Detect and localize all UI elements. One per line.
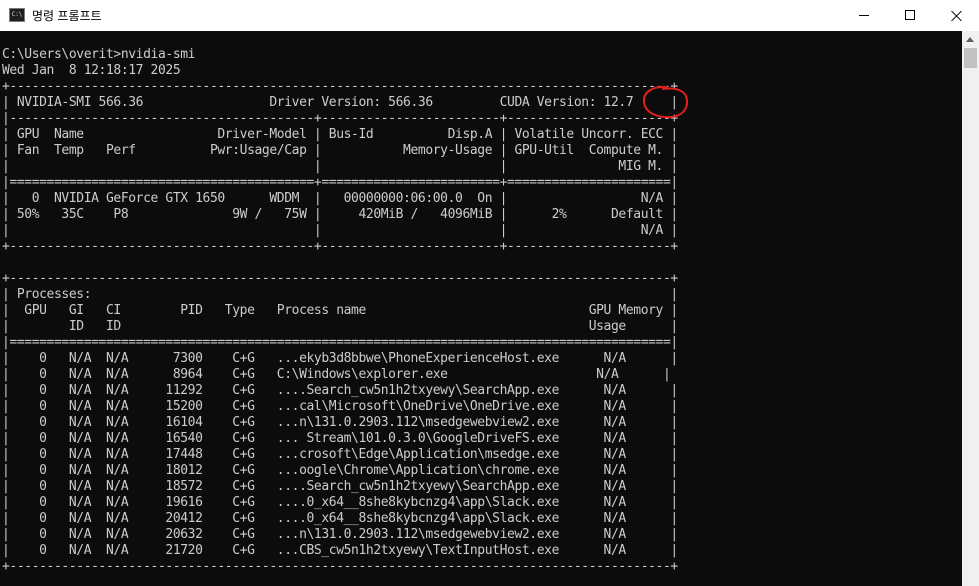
- close-button[interactable]: [933, 0, 979, 31]
- terminal-text: C:\Users\overit>nvidia-smi Wed Jan 8 12:…: [2, 47, 678, 575]
- terminal-line: | Fan Temp Perf Pwr:Usage/Cap | Memory-U…: [2, 143, 678, 158]
- terminal-line: | 0 NVIDIA GeForce GTX 1650 WDDM | 00000…: [2, 191, 678, 206]
- maximize-button[interactable]: [887, 0, 933, 31]
- minimize-button[interactable]: [841, 0, 887, 31]
- scroll-up-button[interactable]: [962, 31, 979, 48]
- terminal-line: | 0 N/A N/A 15200 C+G ...cal\Microsoft\O…: [2, 399, 678, 414]
- terminal-line: | 50% 35C P8 9W / 75W | 420MiB / 4096MiB…: [2, 207, 678, 222]
- terminal-line: | NVIDIA-SMI 566.36 Driver Version: 566.…: [2, 95, 678, 110]
- terminal-line: | GPU GI CI PID Type Process name GPU Me…: [2, 303, 678, 318]
- maximize-icon: [905, 10, 915, 20]
- terminal-line: | 0 N/A N/A 17448 C+G ...crosoft\Edge\Ap…: [2, 447, 678, 462]
- timestamp-line: Wed Jan 8 12:18:17 2025: [2, 63, 181, 78]
- terminal-line: |=======================================…: [2, 175, 678, 190]
- terminal-line: | 0 N/A N/A 20632 C+G ...n\131.0.2903.11…: [2, 527, 678, 542]
- window-title: 명령 프롬프트: [32, 9, 102, 23]
- terminal-line: | 0 N/A N/A 19616 C+G ....0_x64__8she8ky…: [2, 495, 678, 510]
- terminal-line: | 0 N/A N/A 16104 C+G ...n\131.0.2903.11…: [2, 415, 678, 430]
- window-titlebar[interactable]: C:\ 명령 프롬프트: [0, 0, 979, 31]
- terminal-line: | | | MIG M. |: [2, 159, 678, 174]
- terminal-line: +---------------------------------------…: [2, 239, 678, 254]
- close-icon: [951, 10, 962, 21]
- terminal-line: |=======================================…: [2, 335, 678, 350]
- terminal-line: | 0 N/A N/A 20412 C+G ....0_x64__8she8ky…: [2, 511, 678, 526]
- terminal-line: +---------------------------------------…: [2, 559, 678, 574]
- prompt-line: C:\Users\overit>nvidia-smi: [2, 47, 196, 62]
- terminal-line: | 0 N/A N/A 11292 C+G ....Search_cw5n1h2…: [2, 383, 678, 398]
- terminal-line: | 0 N/A N/A 18572 C+G ....Search_cw5n1h2…: [2, 479, 678, 494]
- terminal-line: | Processes: |: [2, 287, 678, 302]
- cmd-icon: C:\: [9, 8, 25, 22]
- scrollbar-thumb[interactable]: [964, 48, 977, 68]
- nvidia-smi-output: +---------------------------------------…: [2, 79, 678, 574]
- console-output[interactable]: C:\Users\overit>nvidia-smi Wed Jan 8 12:…: [0, 31, 962, 586]
- terminal-line: | 0 N/A N/A 16540 C+G ... Stream\101.0.3…: [2, 431, 678, 446]
- cuda-version-highlight-circle: [642, 85, 689, 119]
- terminal-line: | 0 N/A N/A 18012 C+G ...oogle\Chrome\Ap…: [2, 463, 678, 478]
- terminal-line: | ID ID Usage |: [2, 319, 678, 334]
- terminal-line: | 0 N/A N/A 7300 C+G ...ekyb3d8bbwe\Phon…: [2, 351, 678, 366]
- terminal-line: +---------------------------------------…: [2, 271, 678, 286]
- terminal-line: +---------------------------------------…: [2, 79, 678, 94]
- vertical-scrollbar[interactable]: [962, 31, 979, 586]
- terminal-line: | GPU Name Driver-Model | Bus-Id Disp.A …: [2, 127, 678, 142]
- scroll-up-arrow-icon: [966, 37, 974, 42]
- terminal-line: | 0 N/A N/A 8964 C+G C:\Windows\explorer…: [2, 367, 671, 382]
- terminal-line: |---------------------------------------…: [2, 111, 678, 126]
- terminal-line: | 0 N/A N/A 21720 C+G ...CBS_cw5n1h2txye…: [2, 543, 678, 558]
- terminal-line: | | | N/A |: [2, 223, 678, 238]
- minimize-icon: [859, 15, 869, 16]
